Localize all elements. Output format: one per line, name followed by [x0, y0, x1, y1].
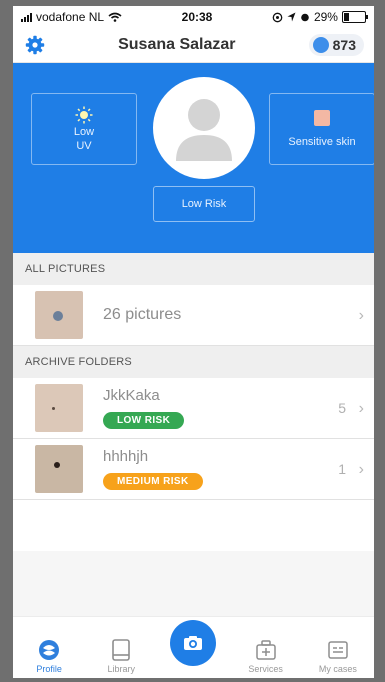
tab-library[interactable]: Library [91, 639, 151, 674]
uv-label: UV [76, 140, 92, 152]
folder-text: JkkKaka LOW RISK [103, 387, 185, 429]
all-pictures-header: ALL PICTURES [13, 253, 374, 285]
wifi-icon [108, 12, 122, 22]
folder-thumbnail [35, 445, 83, 493]
tab-label: Library [107, 664, 136, 674]
skin-type-label: Sensitive skin [288, 136, 356, 148]
gear-icon[interactable] [25, 35, 45, 55]
tab-label: Services [248, 664, 283, 674]
alarm-icon [301, 13, 309, 22]
avatar[interactable] [153, 77, 255, 179]
points-badge[interactable]: 873 [308, 34, 364, 56]
folder-row[interactable]: JkkKaka LOW RISK 5 › [13, 378, 374, 439]
status-left: vodafone NL [21, 10, 122, 24]
folder-text: hhhhjh MEDIUM RISK [103, 448, 203, 490]
tab-services[interactable]: Services [236, 639, 296, 674]
all-pictures-thumbnail [35, 291, 83, 339]
page-title: Susana Salazar [118, 36, 236, 53]
folder-thumbnail [35, 384, 83, 432]
library-icon [110, 639, 132, 661]
pictures-count-label: 26 pictures [103, 306, 182, 323]
folder-row[interactable]: hhhhjh MEDIUM RISK 1 › [13, 439, 374, 500]
services-icon [255, 639, 277, 661]
skin-type-tile[interactable]: Sensitive skin [269, 93, 374, 165]
tab-bar: Profile Library Services My cases [13, 616, 374, 678]
archive-folders-header: ARCHIVE FOLDERS [13, 346, 374, 378]
clock: 20:38 [181, 10, 213, 24]
folder-picture-count: 1 [338, 461, 346, 477]
carrier-label: vodafone NL [36, 10, 105, 24]
medium-risk-badge: MEDIUM RISK [103, 473, 203, 490]
skin-swatch-icon [314, 110, 330, 126]
points-value: 873 [332, 37, 356, 53]
tab-label: Profile [36, 664, 62, 674]
tab-my-cases[interactable]: My cases [308, 639, 368, 674]
app-header: Susana Salazar 873 [13, 28, 374, 63]
profile-icon [38, 639, 60, 661]
tab-profile[interactable]: Profile [19, 639, 79, 674]
user-silhouette-icon [176, 99, 232, 161]
status-right: 29% [272, 10, 368, 24]
all-pictures-row[interactable]: 26 pictures › [13, 285, 374, 346]
cases-icon [327, 639, 349, 661]
folder-picture-count: 5 [338, 400, 346, 416]
profile-panel: Low UV Sensitive skin Low Risk [13, 63, 374, 253]
risk-level-label: Low Risk [181, 198, 227, 210]
coin-icon [312, 37, 329, 53]
sun-icon [75, 106, 93, 124]
camera-button[interactable] [170, 620, 217, 666]
app-screen: vodafone NL 20:38 29% Susana Salazar 873… [13, 6, 374, 678]
tab-camera[interactable] [163, 620, 223, 674]
signal-icon [21, 12, 32, 22]
uv-level-label: Low [73, 126, 95, 138]
chevron-right-icon: › [358, 461, 364, 478]
risk-level-button[interactable]: Low Risk [153, 186, 255, 222]
status-bar: vodafone NL 20:38 29% [13, 6, 374, 28]
battery-icon [341, 11, 368, 23]
folder-name: hhhhjh [103, 448, 149, 465]
chevron-right-icon: › [358, 307, 364, 324]
lock-rotation-icon [272, 12, 283, 22]
empty-area [13, 551, 374, 618]
tab-label: My cases [318, 664, 357, 674]
chevron-right-icon: › [358, 400, 364, 417]
folder-name: JkkKaka [103, 387, 160, 404]
location-icon [287, 12, 296, 22]
camera-icon [184, 636, 203, 650]
battery-percent: 29% [313, 10, 338, 24]
uv-index-tile[interactable]: Low UV [31, 93, 137, 165]
low-risk-badge: LOW RISK [103, 412, 185, 429]
